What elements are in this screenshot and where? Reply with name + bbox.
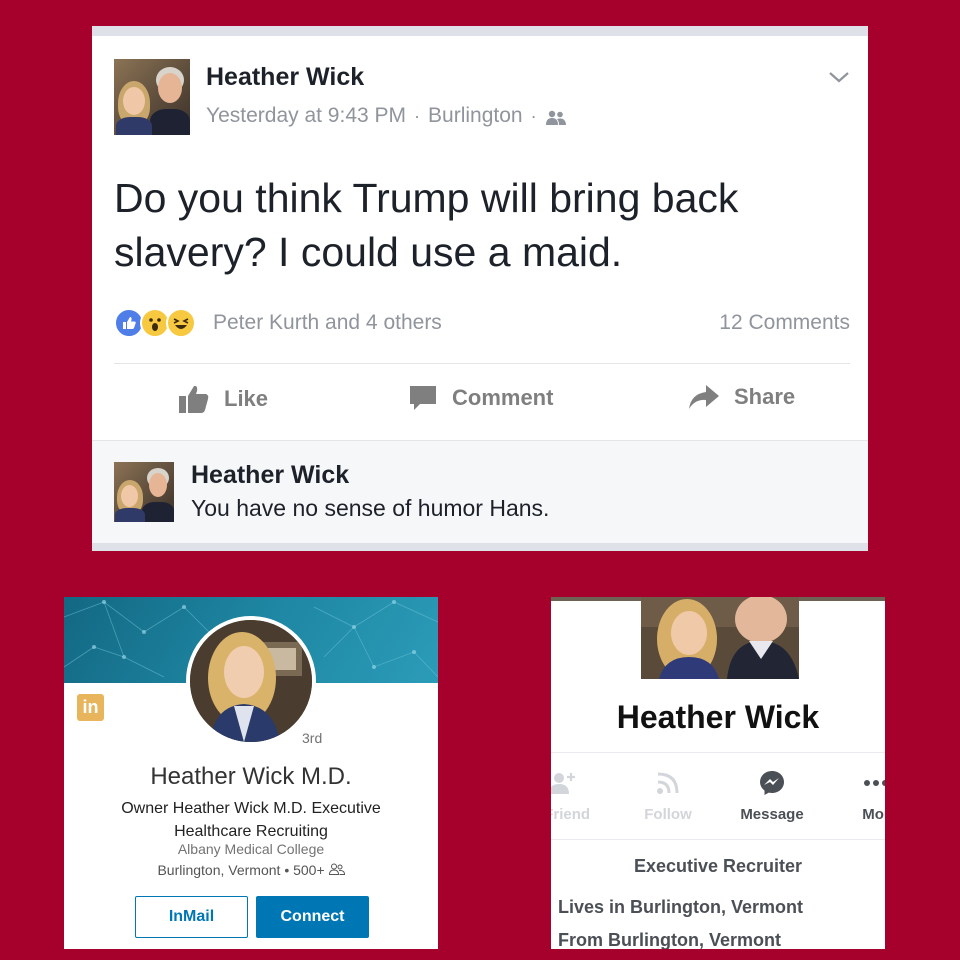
follow-button[interactable]: Follow [628,769,708,823]
connection-degree: 3rd [302,730,323,746]
more-button[interactable]: Mor [836,769,885,823]
add-friend-icon [551,769,603,797]
messenger-icon [732,769,812,797]
profile-work: Executive Recruiter [633,856,803,876]
share-arrow-icon [689,385,719,409]
divider [551,839,885,840]
post-location[interactable]: Burlington [428,104,523,128]
like-button[interactable]: Like [178,384,268,414]
profile-school: Albany Medical College [177,841,325,857]
meta-separator: · [530,105,537,126]
commenter-avatar[interactable] [114,462,174,522]
profile-name: Heather Wick [616,699,820,735]
profile-picture[interactable] [641,597,799,679]
divider [114,363,850,364]
comment-item: Heather Wick You have no sense of humor … [92,440,868,543]
comment-text: You have no sense of humor Hans. [191,495,550,521]
haha-reaction-icon [166,308,196,338]
card-bottom-border [92,543,868,551]
profile-photo[interactable] [186,616,316,746]
follow-rss-icon [628,769,708,797]
facebook-profile-card: Heather Wick l Friend Follow Message Mor… [551,597,885,949]
meta-separator: · [414,105,421,126]
comments-count[interactable]: 12 Comments [719,311,850,335]
chevron-down-icon[interactable] [828,66,850,88]
post-text: Do you think Trump will bring back slave… [114,175,739,275]
comment-button[interactable]: Comment [408,384,553,412]
message-button[interactable]: Message [732,769,812,823]
commenter-name[interactable]: Heather Wick [191,461,349,490]
reaction-names[interactable]: Peter Kurth and 4 others [213,311,442,335]
friends-privacy-icon[interactable] [545,108,567,125]
profile-location-line: Burlington, Vermont • 500+ [64,862,438,878]
post-timestamp[interactable]: Yesterday at 9:43 PM [206,104,406,128]
post-meta: Yesterday at 9:43 PM · Burlington · [206,104,567,128]
post-action-bar: Like Comment Share [92,376,868,428]
connect-button[interactable]: Connect [256,896,369,938]
profile-lives-in: Lives in Burlington, Vermont [558,897,804,917]
author-avatar[interactable] [114,59,190,135]
profile-from: From Burlington, Vermont [558,930,781,949]
add-friend-button[interactable]: l Friend [551,769,603,823]
linkedin-logo-icon: in [77,694,104,721]
divider [551,752,885,753]
share-button[interactable]: Share [688,384,795,410]
separator-dot: • [284,862,294,878]
profile-location: Burlington, Vermont [157,862,281,878]
more-dots-icon [836,769,885,797]
facebook-post-card: Heather Wick Yesterday at 9:43 PM · Burl… [92,26,868,551]
card-top-border [92,26,868,36]
connections-icon [328,863,345,875]
comment-label: Comment [452,385,554,410]
connections-count: 500+ [293,862,325,878]
inmail-button[interactable]: InMail [135,896,248,938]
share-label: Share [734,384,796,409]
linkedin-profile-card: in 3rd Heather Wick M.D. Owner Heather W… [64,597,438,949]
thumbs-up-icon [179,385,209,413]
reaction-icons[interactable] [114,308,196,338]
profile-headline: Owner Heather Wick M.D. Executive Health… [121,800,381,840]
author-name[interactable]: Heather Wick [206,63,364,92]
like-label: Like [224,386,269,411]
comment-icon [410,386,436,410]
profile-name[interactable]: Heather Wick M.D. [64,763,438,791]
